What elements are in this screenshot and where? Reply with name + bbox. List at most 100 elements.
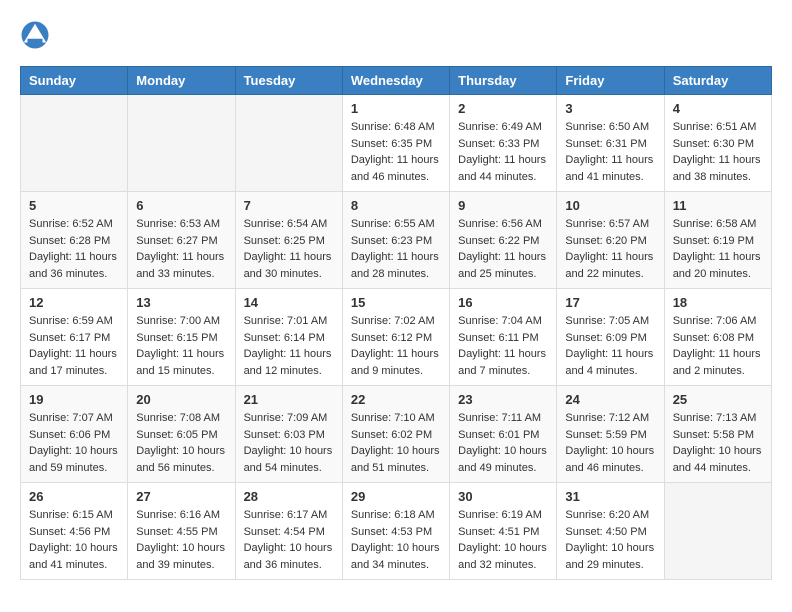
day-header-monday: Monday (128, 67, 235, 95)
day-number: 19 (29, 392, 119, 407)
calendar-cell: 17 Sunrise: 7:05 AM Sunset: 6:09 PM Dayli… (557, 289, 664, 386)
day-info: Sunrise: 6:50 AM Sunset: 6:31 PM Dayligh… (565, 119, 655, 185)
calendar-cell: 7 Sunrise: 6:54 AM Sunset: 6:25 PM Daylig… (235, 192, 342, 289)
day-info: Sunrise: 6:19 AM Sunset: 4:51 PM Dayligh… (458, 507, 548, 573)
day-info: Sunrise: 6:18 AM Sunset: 4:53 PM Dayligh… (351, 507, 441, 573)
day-number: 28 (244, 489, 334, 504)
day-number: 8 (351, 198, 441, 213)
day-number: 25 (673, 392, 763, 407)
day-header-wednesday: Wednesday (342, 67, 449, 95)
calendar-cell: 29 Sunrise: 6:18 AM Sunset: 4:53 PM Dayli… (342, 483, 449, 580)
calendar-cell: 2 Sunrise: 6:49 AM Sunset: 6:33 PM Daylig… (450, 95, 557, 192)
calendar-cell: 14Sunrise: 7:01 AM Sunset: 6:14 PM Dayli… (235, 289, 342, 386)
calendar-cell: 5 Sunrise: 6:52 AM Sunset: 6:28 PM Daylig… (21, 192, 128, 289)
day-info: Sunrise: 7:09 AM Sunset: 6:03 PM Dayligh… (244, 410, 334, 476)
calendar-table: SundayMondayTuesdayWednesdayThursdayFrid… (20, 66, 772, 580)
calendar-cell: 25 Sunrise: 7:13 AM Sunset: 5:58 PM Dayli… (664, 386, 771, 483)
day-info: Sunrise: 7:10 AM Sunset: 6:02 PM Dayligh… (351, 410, 441, 476)
calendar-week-2: 12Sunrise: 6:59 AM Sunset: 6:17 PM Dayli… (21, 289, 772, 386)
calendar-cell (21, 95, 128, 192)
calendar-cell: 28 Sunrise: 6:17 AM Sunset: 4:54 PM Dayli… (235, 483, 342, 580)
calendar-cell: 9 Sunrise: 6:56 AM Sunset: 6:22 PM Daylig… (450, 192, 557, 289)
day-info: Sunrise: 6:17 AM Sunset: 4:54 PM Dayligh… (244, 507, 334, 573)
calendar-header-row: SundayMondayTuesdayWednesdayThursdayFrid… (21, 67, 772, 95)
calendar-cell: 19 Sunrise: 7:07 AM Sunset: 6:06 PM Dayli… (21, 386, 128, 483)
logo (20, 20, 54, 50)
calendar-cell: 24Sunrise: 7:12 AM Sunset: 5:59 PM Dayli… (557, 386, 664, 483)
day-header-thursday: Thursday (450, 67, 557, 95)
day-info: Sunrise: 7:12 AM Sunset: 5:59 PM Dayligh… (565, 410, 655, 476)
day-info: Sunrise: 6:48 AM Sunset: 6:35 PM Dayligh… (351, 119, 441, 185)
day-number: 1 (351, 101, 441, 116)
calendar-cell: 18 Sunrise: 7:06 AM Sunset: 6:08 PM Dayli… (664, 289, 771, 386)
calendar-cell: 27 Sunrise: 6:16 AM Sunset: 4:55 PM Dayli… (128, 483, 235, 580)
day-header-sunday: Sunday (21, 67, 128, 95)
calendar-week-0: 1 Sunrise: 6:48 AM Sunset: 6:35 PM Daylig… (21, 95, 772, 192)
day-header-saturday: Saturday (664, 67, 771, 95)
calendar-cell (128, 95, 235, 192)
day-number: 18 (673, 295, 763, 310)
day-number: 20 (136, 392, 226, 407)
day-info: Sunrise: 7:07 AM Sunset: 6:06 PM Dayligh… (29, 410, 119, 476)
calendar-cell: 15 Sunrise: 7:02 AM Sunset: 6:12 PM Dayli… (342, 289, 449, 386)
calendar-cell: 20 Sunrise: 7:08 AM Sunset: 6:05 PM Dayli… (128, 386, 235, 483)
calendar-cell: 22 Sunrise: 7:10 AM Sunset: 6:02 PM Dayli… (342, 386, 449, 483)
day-info: Sunrise: 7:05 AM Sunset: 6:09 PM Dayligh… (565, 313, 655, 379)
day-info: Sunrise: 6:54 AM Sunset: 6:25 PM Dayligh… (244, 216, 334, 282)
calendar-cell (235, 95, 342, 192)
calendar-cell: 21 Sunrise: 7:09 AM Sunset: 6:03 PM Dayli… (235, 386, 342, 483)
day-info: Sunrise: 6:56 AM Sunset: 6:22 PM Dayligh… (458, 216, 548, 282)
calendar-cell: 10Sunrise: 6:57 AM Sunset: 6:20 PM Dayli… (557, 192, 664, 289)
day-number: 5 (29, 198, 119, 213)
calendar-cell: 26 Sunrise: 6:15 AM Sunset: 4:56 PM Dayli… (21, 483, 128, 580)
day-number: 21 (244, 392, 334, 407)
calendar-cell: 12Sunrise: 6:59 AM Sunset: 6:17 PM Dayli… (21, 289, 128, 386)
calendar-cell: 8 Sunrise: 6:55 AM Sunset: 6:23 PM Daylig… (342, 192, 449, 289)
calendar-cell: 13Sunrise: 7:00 AM Sunset: 6:15 PM Dayli… (128, 289, 235, 386)
calendar-cell: 3 Sunrise: 6:50 AM Sunset: 6:31 PM Daylig… (557, 95, 664, 192)
day-number: 16 (458, 295, 548, 310)
day-info: Sunrise: 6:59 AM Sunset: 6:17 PM Dayligh… (29, 313, 119, 379)
day-number: 9 (458, 198, 548, 213)
day-info: Sunrise: 7:08 AM Sunset: 6:05 PM Dayligh… (136, 410, 226, 476)
day-number: 23 (458, 392, 548, 407)
day-info: Sunrise: 6:57 AM Sunset: 6:20 PM Dayligh… (565, 216, 655, 282)
calendar-cell: 4 Sunrise: 6:51 AM Sunset: 6:30 PM Daylig… (664, 95, 771, 192)
day-info: Sunrise: 6:49 AM Sunset: 6:33 PM Dayligh… (458, 119, 548, 185)
day-info: Sunrise: 6:52 AM Sunset: 6:28 PM Dayligh… (29, 216, 119, 282)
day-number: 11 (673, 198, 763, 213)
page-header (20, 20, 772, 50)
calendar-cell: 30Sunrise: 6:19 AM Sunset: 4:51 PM Dayli… (450, 483, 557, 580)
day-info: Sunrise: 7:11 AM Sunset: 6:01 PM Dayligh… (458, 410, 548, 476)
day-info: Sunrise: 7:04 AM Sunset: 6:11 PM Dayligh… (458, 313, 548, 379)
day-number: 27 (136, 489, 226, 504)
day-number: 17 (565, 295, 655, 310)
day-info: Sunrise: 6:16 AM Sunset: 4:55 PM Dayligh… (136, 507, 226, 573)
calendar-week-3: 19 Sunrise: 7:07 AM Sunset: 6:06 PM Dayli… (21, 386, 772, 483)
day-info: Sunrise: 7:02 AM Sunset: 6:12 PM Dayligh… (351, 313, 441, 379)
day-number: 14 (244, 295, 334, 310)
calendar-week-1: 5 Sunrise: 6:52 AM Sunset: 6:28 PM Daylig… (21, 192, 772, 289)
day-number: 26 (29, 489, 119, 504)
calendar-cell: 11 Sunrise: 6:58 AM Sunset: 6:19 PM Dayli… (664, 192, 771, 289)
day-number: 2 (458, 101, 548, 116)
calendar-cell: 23 Sunrise: 7:11 AM Sunset: 6:01 PM Dayli… (450, 386, 557, 483)
day-info: Sunrise: 7:13 AM Sunset: 5:58 PM Dayligh… (673, 410, 763, 476)
day-number: 13 (136, 295, 226, 310)
day-number: 6 (136, 198, 226, 213)
calendar-week-4: 26 Sunrise: 6:15 AM Sunset: 4:56 PM Dayli… (21, 483, 772, 580)
calendar-cell: 16 Sunrise: 7:04 AM Sunset: 6:11 PM Dayli… (450, 289, 557, 386)
day-info: Sunrise: 7:06 AM Sunset: 6:08 PM Dayligh… (673, 313, 763, 379)
day-info: Sunrise: 6:55 AM Sunset: 6:23 PM Dayligh… (351, 216, 441, 282)
day-number: 31 (565, 489, 655, 504)
day-number: 4 (673, 101, 763, 116)
day-number: 22 (351, 392, 441, 407)
day-number: 3 (565, 101, 655, 116)
day-info: Sunrise: 6:58 AM Sunset: 6:19 PM Dayligh… (673, 216, 763, 282)
day-info: Sunrise: 6:51 AM Sunset: 6:30 PM Dayligh… (673, 119, 763, 185)
day-info: Sunrise: 6:15 AM Sunset: 4:56 PM Dayligh… (29, 507, 119, 573)
day-number: 7 (244, 198, 334, 213)
day-header-tuesday: Tuesday (235, 67, 342, 95)
day-number: 15 (351, 295, 441, 310)
day-number: 29 (351, 489, 441, 504)
